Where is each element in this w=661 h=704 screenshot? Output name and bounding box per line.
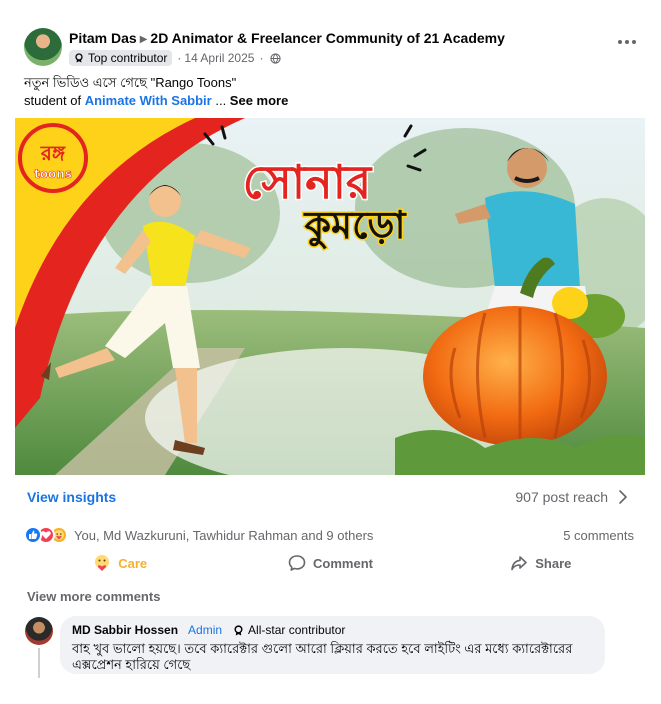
post-card: Pitam Das ▶ 2D Animator & Freelancer Commu… <box>0 0 661 704</box>
caret-right-icon: ▶ <box>139 34 148 45</box>
share-label: Share <box>535 555 572 571</box>
dot-separator: · <box>177 51 182 65</box>
care-button[interactable]: Care <box>15 550 225 576</box>
commenter-name[interactable]: MD Sabbir Hossen <box>72 623 178 637</box>
logo-text-bottom: toons <box>34 167 72 181</box>
comment-bubble: MD Sabbir Hossen Admin All-star contribu… <box>60 616 605 674</box>
reactions-summary[interactable]: You, Md Wazkuruni, Tawhidur Rahman and 9… <box>24 526 373 544</box>
author-avatar[interactable] <box>24 28 62 66</box>
post-image[interactable]: রঙ্গ toons সোনার কুমড়ো <box>15 118 645 475</box>
comment-header: MD Sabbir Hossen Admin All-star contribu… <box>72 622 593 638</box>
post-header: Pitam Das ▶ 2D Animator & Freelancer Commu… <box>24 28 641 68</box>
caption-line-2: student of Animate With Sabbir ... See m… <box>24 92 624 110</box>
comment-button[interactable]: Comment <box>225 550 435 576</box>
more-dot <box>625 40 629 44</box>
globe-icon <box>270 52 282 64</box>
caption-line-1: নতুন ভিডিও এসে গেছে "Rango Toons" <box>24 75 237 90</box>
view-more-comments[interactable]: View more comments <box>27 589 160 604</box>
see-more-link[interactable]: See more <box>230 93 289 108</box>
action-bar: Care Comment Share <box>15 550 646 576</box>
all-star-badge[interactable]: All-star contributor <box>233 623 345 637</box>
reach-count: 907 post reach <box>515 489 608 505</box>
thumbnail-title-1: সোনার <box>243 155 373 209</box>
comments-count[interactable]: 5 comments <box>563 528 634 543</box>
group-name[interactable]: 2D Animator & Freelancer Community of 21… <box>150 30 505 46</box>
post-reach[interactable]: 907 post reach <box>515 489 628 505</box>
caption-link[interactable]: Animate With Sabbir <box>85 93 212 108</box>
logo-text-top: রঙ্গ <box>40 141 66 165</box>
badge-icon <box>234 624 243 635</box>
admin-label: Admin <box>188 623 223 637</box>
reaction-names: You, Md Wazkuruni, Tawhidur Rahman and 9… <box>74 527 374 543</box>
badge-icon <box>75 53 83 63</box>
share-button[interactable]: Share <box>436 550 646 576</box>
caption-prefix: student of <box>24 93 85 108</box>
post-date[interactable]: 14 April 2025 <box>184 51 254 65</box>
thread-line <box>38 648 40 678</box>
comment-icon <box>288 555 306 571</box>
thumbnail-title-2: কুমড়ো <box>302 203 407 250</box>
view-insights-link[interactable]: View insights <box>27 489 116 505</box>
dot-separator: · <box>259 51 264 65</box>
author-name[interactable]: Pitam Das <box>69 30 137 46</box>
post-caption: নতুন ভিডিও এসে গেছে "Rango Toons" studen… <box>24 74 624 110</box>
comment-label: Comment <box>313 555 373 571</box>
all-star-label: All-star contributor <box>248 623 346 637</box>
care-icon <box>95 555 110 571</box>
commenter-avatar[interactable] <box>25 617 53 645</box>
badge-label: Top contributor <box>88 51 168 65</box>
more-dot <box>632 40 636 44</box>
more-dot <box>618 40 622 44</box>
thumbnail-illustration: রঙ্গ toons সোনার কুমড়ো <box>15 118 645 475</box>
caption-ellipsis: ... <box>211 93 230 108</box>
post-meta: Top contributor · 14 April 2025 · <box>69 49 282 67</box>
care-label: Care <box>118 555 148 571</box>
comment-text: বাহ খুব ভালো হয়ছে। তবে ক্যারেক্টার গুলো… <box>72 641 573 672</box>
more-options-button[interactable] <box>613 32 641 52</box>
like-reaction-icon <box>24 526 42 544</box>
author-line: Pitam Das ▶ 2D Animator & Freelancer Commu… <box>69 30 505 46</box>
share-icon <box>511 556 528 571</box>
top-contributor-badge[interactable]: Top contributor <box>69 50 173 66</box>
chevron-right-icon <box>619 490 627 504</box>
